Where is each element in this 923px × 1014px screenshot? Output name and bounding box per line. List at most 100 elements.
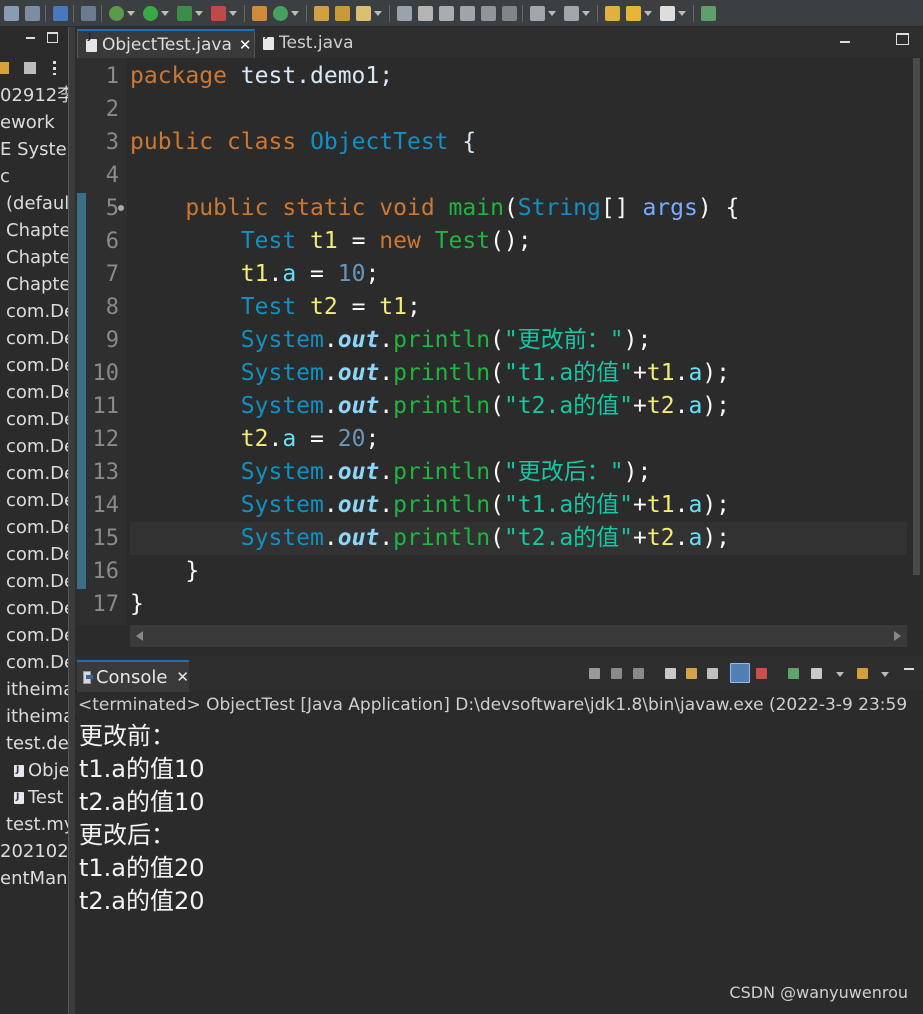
open-folder-icon[interactable] — [335, 5, 350, 21]
close-icon[interactable]: ✕ — [176, 668, 189, 686]
tree-item[interactable]: Chapte — [0, 271, 68, 298]
tree-item[interactable]: com.De — [0, 595, 68, 622]
occurrences-icon[interactable] — [439, 5, 454, 21]
tree-item[interactable]: com.De — [0, 487, 68, 514]
save-all-icon[interactable] — [25, 5, 40, 21]
chevron-down-icon[interactable] — [881, 672, 889, 677]
chevron-down-icon[interactable] — [127, 10, 135, 16]
tree-item[interactable]: test.dei — [0, 730, 68, 757]
scroll-lock-icon[interactable] — [665, 668, 676, 679]
code-line[interactable]: System.out.println("更改前："); — [130, 324, 652, 357]
new-class-icon[interactable] — [273, 5, 288, 21]
pen-icon[interactable] — [418, 5, 433, 21]
code-line[interactable]: } — [130, 555, 199, 588]
chevron-down-icon[interactable] — [229, 10, 237, 16]
fold-marker-icon[interactable] — [118, 205, 124, 211]
new-java-project-icon[interactable] — [252, 5, 267, 21]
view-menu-icon[interactable] — [53, 61, 56, 75]
word-wrap-icon[interactable] — [686, 668, 697, 679]
show-console-on-error-icon[interactable] — [756, 668, 767, 679]
terminate-icon[interactable] — [589, 668, 600, 679]
tree-item[interactable]: entMana — [0, 865, 68, 892]
show-whitespace-icon[interactable] — [481, 5, 496, 21]
tab-console[interactable]: Console ✕ — [77, 660, 189, 692]
tree-item[interactable]: com.De — [0, 649, 68, 676]
tree-item[interactable]: com.De — [0, 514, 68, 541]
minimize-icon[interactable] — [904, 668, 914, 670]
debug-icon[interactable] — [109, 5, 124, 21]
block-selection-icon[interactable] — [460, 5, 475, 21]
tree-item[interactable]: com.De — [0, 406, 68, 433]
brush-icon[interactable] — [356, 5, 371, 21]
tree-item[interactable]: com.De — [0, 460, 68, 487]
tree-item[interactable]: com.De — [0, 622, 68, 649]
scrollbar-thumb[interactable] — [913, 58, 920, 575]
code-line[interactable]: t1.a = 10; — [130, 258, 380, 291]
terminal-icon[interactable] — [53, 5, 68, 21]
tree-item[interactable]: com.De — [0, 568, 68, 595]
remove-all-terminated-icon[interactable] — [633, 668, 644, 679]
maximize-icon[interactable] — [896, 33, 909, 45]
last-edit-icon[interactable] — [605, 5, 620, 21]
skip-breakpoints-icon[interactable] — [81, 5, 96, 21]
maximize-icon[interactable] — [47, 32, 58, 43]
chevron-down-icon[interactable] — [195, 10, 203, 16]
tab-objecttest-java[interactable]: ObjectTest.java ✕ — [77, 29, 255, 59]
minimize-icon[interactable] — [26, 37, 35, 39]
close-icon[interactable]: ✕ — [239, 36, 252, 54]
chevron-down-icon[interactable] — [161, 10, 169, 16]
chevron-down-icon[interactable] — [644, 10, 652, 16]
console-output[interactable]: 更改前： t1.a的值10 t2.a的值10 更改后： t1.a的值20 t2.a的值20 — [75, 720, 921, 1014]
tree-item[interactable]: Obje — [0, 757, 68, 784]
annotation-icon[interactable] — [397, 5, 412, 21]
code-line[interactable]: t2.a = 20; — [130, 423, 380, 456]
code-line[interactable]: System.out.println("t2.a的值"+t2.a); — [130, 522, 730, 555]
scroll-right-icon[interactable] — [894, 631, 901, 641]
display-console-icon[interactable] — [811, 668, 822, 679]
chevron-down-icon[interactable] — [836, 672, 844, 677]
run-icon[interactable] — [143, 5, 158, 21]
code-line[interactable]: package test.demo1; — [130, 60, 393, 93]
next-annotation-icon[interactable] — [530, 5, 545, 21]
horizontal-scrollbar[interactable] — [130, 625, 907, 647]
tree-item[interactable]: com.De — [0, 379, 68, 406]
clear-console-icon[interactable] — [707, 668, 718, 679]
tab-test-java[interactable]: Test.java — [255, 29, 365, 57]
chevron-down-icon[interactable] — [582, 10, 590, 16]
code-line[interactable]: Test t1 = new Test(); — [130, 225, 532, 258]
forward-arrow-icon[interactable] — [660, 5, 675, 21]
tree-item[interactable]: com.De — [0, 298, 68, 325]
perspective-icon[interactable] — [701, 5, 716, 21]
minimize-icon[interactable] — [840, 41, 850, 43]
tree-item[interactable]: Test — [0, 784, 68, 811]
code-line[interactable]: System.out.println("t1.a的值"+t1.a); — [130, 357, 730, 390]
code-line[interactable]: } — [130, 588, 144, 621]
link-editor-icon[interactable] — [0, 62, 9, 74]
tree-item[interactable]: itheima — [0, 703, 68, 730]
remove-launch-icon[interactable] — [611, 668, 622, 679]
chevron-down-icon[interactable] — [374, 10, 382, 16]
save-icon[interactable] — [4, 5, 19, 21]
tree-item[interactable]: com.De — [0, 433, 68, 460]
tree-item[interactable]: ework — [0, 109, 68, 136]
pilcrow-icon[interactable] — [502, 5, 517, 21]
code-line[interactable]: Test t2 = t1; — [130, 291, 421, 324]
tree-item[interactable]: 2021029 — [0, 838, 68, 865]
scroll-left-icon[interactable] — [136, 631, 143, 641]
pin-console-icon[interactable] — [788, 668, 799, 679]
tree-item[interactable]: E Syster — [0, 136, 68, 163]
tree-item[interactable]: (defaul — [0, 190, 68, 217]
code-line[interactable]: public class ObjectTest { — [130, 126, 476, 159]
tree-item[interactable]: com.De — [0, 325, 68, 352]
tree-item[interactable]: com.De — [0, 541, 68, 568]
collapse-all-icon[interactable] — [24, 62, 36, 74]
tree-item[interactable]: test.my — [0, 811, 68, 838]
code-line[interactable]: System.out.println("更改后："); — [130, 456, 652, 489]
vertical-scrollbar[interactable] — [909, 58, 923, 625]
chevron-down-icon[interactable] — [291, 10, 299, 16]
tree-item[interactable]: 02912李 — [0, 82, 68, 109]
code-line[interactable]: System.out.println("t1.a的值"+t1.a); — [130, 489, 730, 522]
prev-annotation-icon[interactable] — [564, 5, 579, 21]
external-tools-icon[interactable] — [211, 5, 226, 21]
coverage-icon[interactable] — [177, 5, 192, 21]
